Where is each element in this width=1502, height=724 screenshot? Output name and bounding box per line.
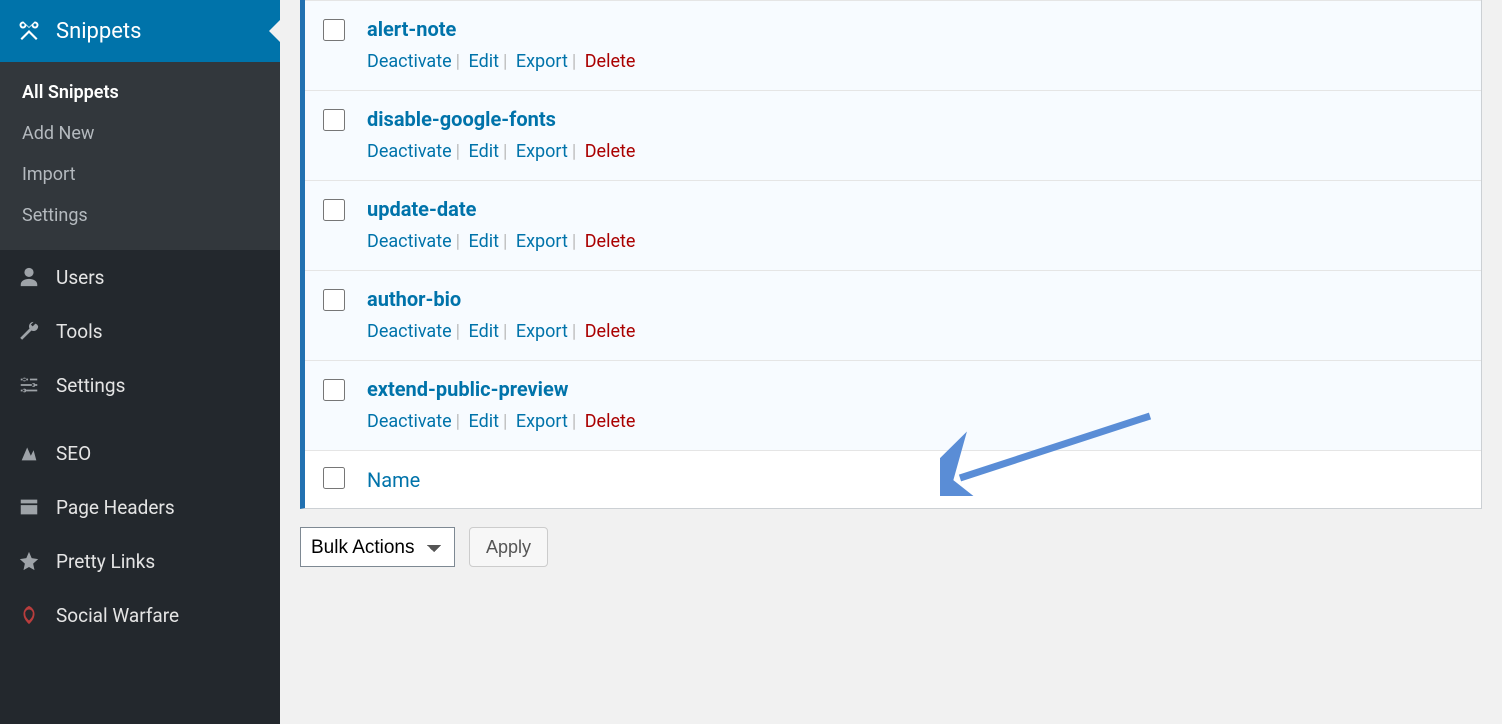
sidebar-item-label: Tools	[56, 320, 103, 343]
admin-sidebar: Snippets All Snippets Add New Import Set…	[0, 0, 280, 724]
table-row: extend-public-preview Deactivate| Edit| …	[305, 360, 1481, 450]
sidebar-item-seo[interactable]: SEO	[0, 426, 280, 480]
row-checkbox[interactable]	[323, 199, 345, 221]
deactivate-link[interactable]: Deactivate	[367, 51, 452, 72]
row-checkbox[interactable]	[323, 379, 345, 401]
edit-link[interactable]: Edit	[469, 141, 499, 162]
delete-link[interactable]: Delete	[585, 411, 636, 432]
deactivate-link[interactable]: Deactivate	[367, 141, 452, 162]
select-all-checkbox[interactable]	[323, 467, 345, 489]
sidebar-heading-snippets[interactable]: Snippets	[0, 0, 280, 62]
sidebar-item-label: Users	[56, 266, 104, 289]
table-footer-row: Name	[305, 450, 1481, 508]
sidebar-item-label: Pretty Links	[56, 550, 155, 573]
delete-link[interactable]: Delete	[585, 141, 636, 162]
submenu-item-import[interactable]: Import	[0, 154, 280, 195]
sliders-icon	[16, 372, 42, 398]
deactivate-link[interactable]: Deactivate	[367, 231, 452, 252]
bulk-actions-bar: Bulk Actions Apply	[300, 527, 1482, 567]
sidebar-item-pretty-links[interactable]: Pretty Links	[0, 534, 280, 588]
row-checkbox[interactable]	[323, 109, 345, 131]
export-link[interactable]: Export	[516, 411, 568, 432]
row-actions: Deactivate| Edit| Export| Delete	[367, 141, 1463, 162]
sidebar-item-tools[interactable]: Tools	[0, 304, 280, 358]
snippet-title-link[interactable]: author-bio	[367, 287, 1463, 311]
submenu-item-add-new[interactable]: Add New	[0, 113, 280, 154]
social-warfare-icon	[16, 602, 42, 628]
export-link[interactable]: Export	[516, 231, 568, 252]
table-row: update-date Deactivate| Edit| Export| De…	[305, 180, 1481, 270]
sidebar-item-label: Settings	[56, 374, 125, 397]
sidebar-item-page-headers[interactable]: Page Headers	[0, 480, 280, 534]
deactivate-link[interactable]: Deactivate	[367, 411, 452, 432]
seo-icon	[16, 440, 42, 466]
export-link[interactable]: Export	[516, 141, 568, 162]
bulk-actions-select[interactable]: Bulk Actions	[300, 527, 455, 567]
sidebar-item-label: Social Warfare	[56, 604, 179, 627]
edit-link[interactable]: Edit	[469, 231, 499, 252]
sidebar-item-settings[interactable]: Settings	[0, 358, 280, 412]
snippets-table: alert-note Deactivate| Edit| Export| Del…	[300, 0, 1482, 509]
deactivate-link[interactable]: Deactivate	[367, 321, 452, 342]
scissors-icon	[16, 18, 42, 44]
snippet-title-link[interactable]: extend-public-preview	[367, 377, 1463, 401]
table-row: disable-google-fonts Deactivate| Edit| E…	[305, 90, 1481, 180]
row-checkbox[interactable]	[323, 289, 345, 311]
table-row: author-bio Deactivate| Edit| Export| Del…	[305, 270, 1481, 360]
snippet-title-link[interactable]: disable-google-fonts	[367, 107, 1463, 131]
users-icon	[16, 264, 42, 290]
submenu-item-settings[interactable]: Settings	[0, 195, 280, 236]
delete-link[interactable]: Delete	[585, 51, 636, 72]
snippet-title-link[interactable]: update-date	[367, 197, 1463, 221]
delete-link[interactable]: Delete	[585, 321, 636, 342]
edit-link[interactable]: Edit	[469, 411, 499, 432]
snippet-title-link[interactable]: alert-note	[367, 17, 1463, 41]
edit-link[interactable]: Edit	[469, 321, 499, 342]
edit-link[interactable]: Edit	[469, 51, 499, 72]
sidebar-submenu: All Snippets Add New Import Settings	[0, 62, 280, 250]
wrench-icon	[16, 318, 42, 344]
table-row: alert-note Deactivate| Edit| Export| Del…	[305, 0, 1481, 90]
row-actions: Deactivate| Edit| Export| Delete	[367, 411, 1463, 432]
submenu-item-all-snippets[interactable]: All Snippets	[0, 72, 280, 113]
sidebar-item-label: SEO	[56, 442, 91, 465]
apply-button[interactable]: Apply	[469, 527, 548, 567]
sidebar-item-label: Page Headers	[56, 496, 175, 519]
export-link[interactable]: Export	[516, 51, 568, 72]
main-content: alert-note Deactivate| Edit| Export| Del…	[280, 0, 1502, 724]
calendar-icon	[16, 494, 42, 520]
row-checkbox[interactable]	[323, 19, 345, 41]
sidebar-item-users[interactable]: Users	[0, 250, 280, 304]
row-actions: Deactivate| Edit| Export| Delete	[367, 321, 1463, 342]
export-link[interactable]: Export	[516, 321, 568, 342]
column-header-name[interactable]: Name	[367, 468, 420, 492]
sidebar-heading-label: Snippets	[56, 19, 142, 44]
star-icon	[16, 548, 42, 574]
row-actions: Deactivate| Edit| Export| Delete	[367, 51, 1463, 72]
sidebar-item-social-warfare[interactable]: Social Warfare	[0, 588, 280, 642]
row-actions: Deactivate| Edit| Export| Delete	[367, 231, 1463, 252]
delete-link[interactable]: Delete	[585, 231, 636, 252]
